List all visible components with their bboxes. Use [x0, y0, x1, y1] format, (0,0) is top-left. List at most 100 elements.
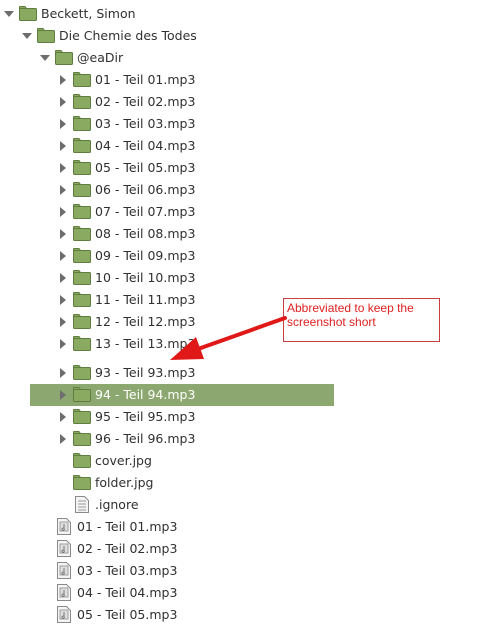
tree-row-04-teil-04-mp3[interactable]: 04 - Teil 04.mp3: [0, 582, 483, 604]
tree-row-01-teil-01-mp3[interactable]: 01 - Teil 01.mp3: [0, 516, 483, 538]
folder-icon: [19, 6, 37, 21]
tree-item-label: Die Chemie des Todes: [59, 28, 197, 43]
tree-row-07-teil-07-mp3[interactable]: 07 - Teil 07.mp3: [0, 201, 483, 223]
tree-row-03-teil-03-mp3[interactable]: 03 - Teil 03.mp3: [0, 560, 483, 582]
folder-icon: [73, 226, 91, 241]
tree-row-96-teil-96-mp3[interactable]: 96 - Teil 96.mp3: [0, 428, 483, 450]
tree-row-eadir[interactable]: @eaDir: [0, 47, 483, 69]
tree-item-label: 01 - Teil 01.mp3: [95, 72, 196, 87]
expander-closed-icon[interactable]: [57, 272, 69, 284]
tree-item-label: 06 - Teil 06.mp3: [95, 182, 196, 197]
tree-item-label: 07 - Teil 07.mp3: [95, 204, 196, 219]
folder-icon: [73, 314, 91, 329]
tree-item-label: 93 - Teil 93.mp3: [95, 365, 196, 380]
tree-item-label: 01 - Teil 01.mp3: [77, 519, 178, 534]
tree-item-label: cover.jpg: [95, 453, 152, 468]
folder-icon: [73, 160, 91, 175]
expander-closed-icon[interactable]: [57, 162, 69, 174]
tree-row-05-teil-05-mp3[interactable]: 05 - Teil 05.mp3: [0, 157, 483, 179]
tree-item-label: 04 - Teil 04.mp3: [77, 585, 178, 600]
audio-file-icon: [57, 562, 71, 579]
expander-closed-icon[interactable]: [57, 338, 69, 350]
folder-icon: [37, 28, 55, 43]
tree-item-label: 02 - Teil 02.mp3: [95, 94, 196, 109]
expander-open-icon[interactable]: [3, 8, 15, 20]
folder-icon: [73, 336, 91, 351]
tree-row-cover-jpg[interactable]: cover.jpg: [0, 450, 483, 472]
expander-closed-icon[interactable]: [57, 206, 69, 218]
folder-icon: [73, 453, 91, 468]
tree-row-ignore[interactable]: .ignore: [0, 494, 483, 516]
expander-closed-icon[interactable]: [57, 250, 69, 262]
expander-open-icon[interactable]: [21, 30, 33, 42]
audio-file-icon: [57, 584, 71, 601]
tree-row-09-teil-09-mp3[interactable]: 09 - Teil 09.mp3: [0, 245, 483, 267]
folder-icon: [73, 409, 91, 424]
expander-closed-icon[interactable]: [57, 316, 69, 328]
folder-icon: [73, 248, 91, 263]
text-file-icon: [75, 496, 89, 513]
folder-icon: [73, 72, 91, 87]
tree-row-02-teil-02-mp3[interactable]: 02 - Teil 02.mp3: [0, 538, 483, 560]
expander-closed-icon[interactable]: [57, 228, 69, 240]
tree-row-die-chemie-des-todes[interactable]: Die Chemie des Todes: [0, 25, 483, 47]
expander-closed-icon[interactable]: [57, 184, 69, 196]
tree-row-95-teil-95-mp3[interactable]: 95 - Teil 95.mp3: [0, 406, 483, 428]
folder-icon: [73, 387, 91, 402]
expander-open-icon[interactable]: [39, 52, 51, 64]
tree-item-label: 94 - Teil 94.mp3: [95, 387, 196, 402]
tree-item-label: .ignore: [95, 497, 139, 512]
tree-row-beckett-simon[interactable]: Beckett, Simon: [0, 3, 483, 25]
folder-icon: [73, 204, 91, 219]
expander-closed-icon[interactable]: [57, 411, 69, 423]
folder-icon: [73, 431, 91, 446]
tree-row-93-teil-93-mp3[interactable]: 93 - Teil 93.mp3: [0, 362, 483, 384]
tree-row-01-teil-01-mp3[interactable]: 01 - Teil 01.mp3: [0, 69, 483, 91]
tree-item-label: 04 - Teil 04.mp3: [95, 138, 196, 153]
tree-row-06-teil-06-mp3[interactable]: 06 - Teil 06.mp3: [0, 179, 483, 201]
expander-closed-icon[interactable]: [57, 96, 69, 108]
tree-row-02-teil-02-mp3[interactable]: 02 - Teil 02.mp3: [0, 91, 483, 113]
folder-icon: [73, 116, 91, 131]
expander-closed-icon[interactable]: [57, 389, 69, 401]
tree-item-label: folder.jpg: [95, 475, 154, 490]
folder-icon: [73, 138, 91, 153]
audio-file-icon: [57, 518, 71, 535]
tree-row-10-teil-10-mp3[interactable]: 10 - Teil 10.mp3: [0, 267, 483, 289]
expander-closed-icon[interactable]: [57, 433, 69, 445]
tree-item-label: 08 - Teil 08.mp3: [95, 226, 196, 241]
tree-item-label: 96 - Teil 96.mp3: [95, 431, 196, 446]
tree-row-08-teil-08-mp3[interactable]: 08 - Teil 08.mp3: [0, 223, 483, 245]
tree-row-03-teil-03-mp3[interactable]: 03 - Teil 03.mp3: [0, 113, 483, 135]
tree-item-label: 03 - Teil 03.mp3: [95, 116, 196, 131]
expander-closed-icon[interactable]: [57, 140, 69, 152]
tree-item-label: 95 - Teil 95.mp3: [95, 409, 196, 424]
tree-item-label: 02 - Teil 02.mp3: [77, 541, 178, 556]
folder-icon: [73, 270, 91, 285]
audio-file-icon: [57, 540, 71, 557]
tree-item-label: 05 - Teil 05.mp3: [77, 607, 178, 622]
tree-row-05-teil-05-mp3[interactable]: 05 - Teil 05.mp3: [0, 604, 483, 626]
tree-item-label: 13 - Teil 13.mp3: [95, 336, 196, 351]
expander-closed-icon[interactable]: [57, 118, 69, 130]
folder-icon: [55, 50, 73, 65]
folder-icon: [73, 292, 91, 307]
folder-icon: [73, 182, 91, 197]
expander-closed-icon[interactable]: [57, 294, 69, 306]
tree-row-04-teil-04-mp3[interactable]: 04 - Teil 04.mp3: [0, 135, 483, 157]
folder-icon: [73, 365, 91, 380]
tree-item-label: 09 - Teil 09.mp3: [95, 248, 196, 263]
expander-closed-icon[interactable]: [57, 74, 69, 86]
tree-item-label: @eaDir: [77, 50, 124, 65]
annotation-note: Abbreviated to keep the screenshot short: [283, 298, 440, 342]
folder-icon: [73, 94, 91, 109]
expander-closed-icon[interactable]: [57, 367, 69, 379]
tree-item-label: 05 - Teil 05.mp3: [95, 160, 196, 175]
audio-file-icon: [57, 606, 71, 623]
tree-item-label: 03 - Teil 03.mp3: [77, 563, 178, 578]
tree-item-label: 11 - Teil 11.mp3: [95, 292, 196, 307]
folder-icon: [73, 475, 91, 490]
tree-row-94-teil-94-mp3[interactable]: 94 - Teil 94.mp3: [0, 384, 483, 406]
tree-item-label: 12 - Teil 12.mp3: [95, 314, 196, 329]
tree-row-folder-jpg[interactable]: folder.jpg: [0, 472, 483, 494]
